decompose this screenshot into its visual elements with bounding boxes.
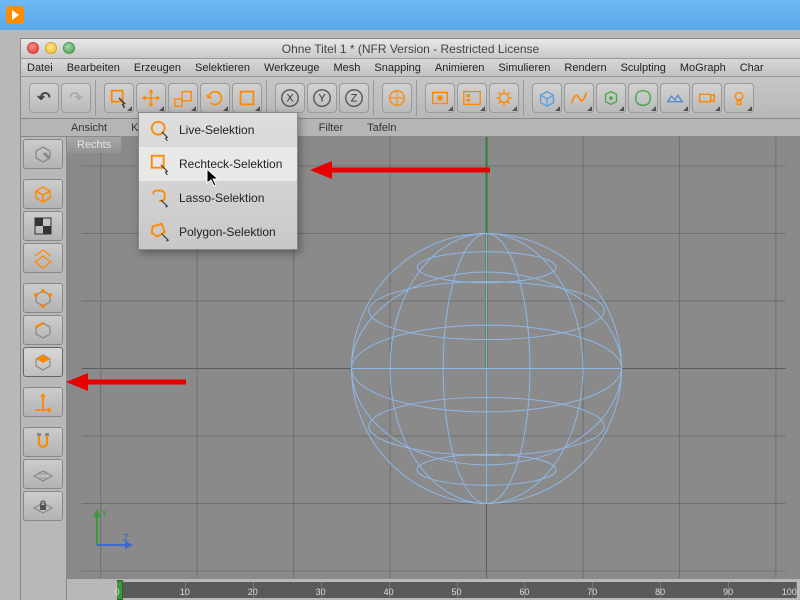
svg-text:Z: Z (351, 92, 358, 104)
point-mode-button[interactable] (23, 283, 63, 313)
menu-rendern[interactable]: Rendern (564, 62, 606, 74)
select-rect-button[interactable] (104, 83, 134, 113)
menu-datei[interactable]: Datei (27, 62, 53, 74)
generator-button[interactable] (596, 83, 626, 113)
svg-text:X: X (286, 92, 294, 104)
menubar: Datei Bearbeiten Erzeugen Selektieren We… (21, 59, 800, 77)
move-button[interactable] (136, 83, 166, 113)
menu-mesh[interactable]: Mesh (333, 62, 360, 74)
undo-button[interactable]: ↶ (29, 83, 59, 113)
make-editable-button[interactable] (23, 139, 63, 169)
axis-x-button[interactable]: X (275, 83, 305, 113)
vp-menu-filter[interactable]: Filter (319, 122, 343, 134)
snap-button[interactable] (23, 427, 63, 457)
deformer-button[interactable] (628, 83, 658, 113)
popup-label: Lasso-Selektion (179, 191, 264, 205)
live-selection-icon (149, 119, 171, 141)
popup-polygon-selection[interactable]: Polygon-Selektion (139, 215, 297, 249)
dropdown-indicator-icon (127, 106, 132, 111)
menu-mograph[interactable]: MoGraph (680, 62, 726, 74)
workplane-snap-button[interactable] (23, 459, 63, 489)
zoom-button[interactable] (63, 42, 75, 54)
spline-button[interactable] (564, 83, 594, 113)
vp-menu-tafeln[interactable]: Tafeln (367, 122, 396, 134)
axis-mode-button[interactable] (23, 387, 63, 417)
vp-menu-ansicht[interactable]: Ansicht (71, 122, 107, 134)
selection-tool-popup: Live-Selektion Rechteck-Selektion Lasso-… (138, 112, 298, 250)
axis-gizmo: Y Z (87, 505, 137, 560)
light-button[interactable] (724, 83, 754, 113)
scale-button[interactable] (168, 83, 198, 113)
viewport-label: Rechts (67, 137, 121, 153)
rect-selection-icon (149, 153, 171, 175)
host-titlebar (0, 0, 800, 30)
locked-workplane-button[interactable] (23, 491, 63, 521)
model-mode-button[interactable] (23, 179, 63, 209)
menu-selektieren[interactable]: Selektieren (195, 62, 250, 74)
coord-system-button[interactable] (382, 83, 412, 113)
window-title: Ohne Titel 1 * (NFR Version - Restricted… (282, 42, 539, 56)
annotation-arrow-top (310, 158, 490, 187)
play-icon (6, 6, 24, 24)
svg-text:Y: Y (101, 509, 108, 520)
menu-erzeugen[interactable]: Erzeugen (134, 62, 181, 74)
menu-simulieren[interactable]: Simulieren (498, 62, 550, 74)
polygon-selection-icon (149, 221, 171, 243)
axis-y-button[interactable]: Y (307, 83, 337, 113)
popup-label: Live-Selektion (179, 123, 254, 137)
axis-z-button[interactable]: Z (339, 83, 369, 113)
workplane-mode-button[interactable] (23, 243, 63, 273)
timeline[interactable]: 0 10 20 30 40 50 60 70 80 90 100 (67, 578, 800, 600)
popup-label: Polygon-Selektion (179, 225, 276, 239)
polygon-mode-button[interactable] (23, 347, 63, 377)
menu-sculpting[interactable]: Sculpting (621, 62, 666, 74)
render-pv-button[interactable] (457, 83, 487, 113)
titlebar: Ohne Titel 1 * (NFR Version - Restricted… (21, 39, 800, 59)
close-button[interactable] (27, 42, 39, 54)
svg-text:Y: Y (318, 92, 326, 104)
camera-button[interactable] (692, 83, 722, 113)
menu-snapping[interactable]: Snapping (374, 62, 421, 74)
sphere-wireframe[interactable] (352, 233, 622, 503)
app-window: Ohne Titel 1 * (NFR Version - Restricted… (20, 38, 800, 600)
popup-rect-selection[interactable]: Rechteck-Selektion (139, 147, 297, 181)
render-view-button[interactable] (425, 83, 455, 113)
texture-mode-button[interactable] (23, 211, 63, 241)
annotation-arrow-left (66, 370, 186, 399)
popup-lasso-selection[interactable]: Lasso-Selektion (139, 181, 297, 215)
environment-button[interactable] (660, 83, 690, 113)
lasso-selection-icon (149, 187, 171, 209)
primitive-cube-button[interactable] (532, 83, 562, 113)
edge-mode-button[interactable] (23, 315, 63, 345)
mode-toolbar (21, 137, 67, 600)
popup-label: Rechteck-Selektion (179, 157, 282, 171)
menu-char[interactable]: Char (740, 62, 764, 74)
menu-animieren[interactable]: Animieren (435, 62, 485, 74)
svg-text:Z: Z (123, 533, 129, 544)
window-controls (27, 42, 75, 54)
timeline-track[interactable]: 0 10 20 30 40 50 60 70 80 90 100 (117, 582, 796, 598)
rotate-button[interactable] (200, 83, 230, 113)
minimize-button[interactable] (45, 42, 57, 54)
redo-button[interactable]: ↷ (61, 83, 91, 113)
popup-live-selection[interactable]: Live-Selektion (139, 113, 297, 147)
menu-bearbeiten[interactable]: Bearbeiten (67, 62, 120, 74)
menu-werkzeuge[interactable]: Werkzeuge (264, 62, 319, 74)
last-tool-button[interactable] (232, 83, 262, 113)
render-settings-button[interactable] (489, 83, 519, 113)
